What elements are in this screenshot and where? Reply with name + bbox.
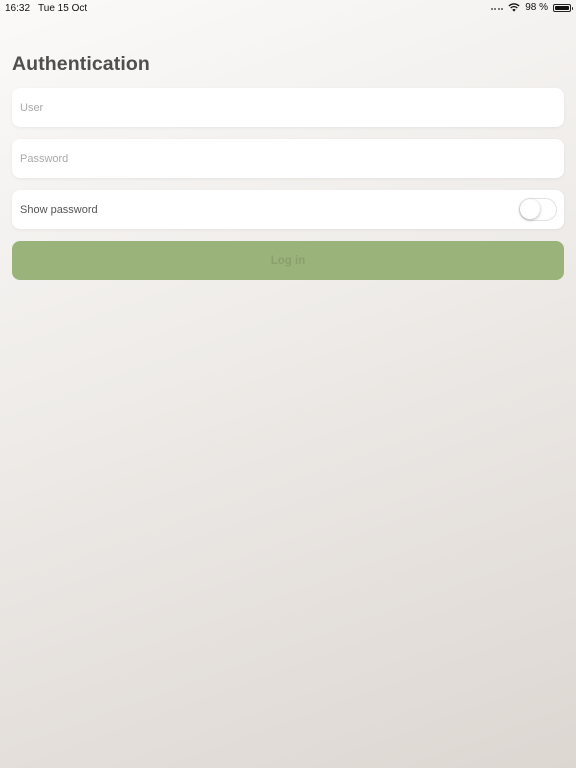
password-input[interactable]	[12, 139, 564, 178]
show-password-label: Show password	[20, 203, 98, 216]
toggle-knob	[520, 199, 540, 219]
show-password-toggle[interactable]	[519, 198, 557, 221]
battery-icon	[553, 3, 573, 12]
status-bar: 16:32 Tue 15 Oct 98 %	[0, 0, 576, 16]
status-date: Tue 15 Oct	[38, 3, 88, 14]
status-left: 16:32 Tue 15 Oct	[5, 3, 87, 14]
show-password-row: Show password	[12, 190, 564, 229]
battery-fill	[555, 5, 569, 10]
page-title: Authentication	[12, 53, 150, 75]
user-field-card	[12, 88, 564, 127]
signal-dots-icon	[490, 8, 504, 10]
user-input[interactable]	[12, 88, 564, 127]
wifi-icon	[508, 3, 520, 12]
login-button[interactable]: Log in	[12, 241, 564, 280]
battery-percent: 98 %	[525, 2, 548, 13]
status-time: 16:32	[5, 3, 31, 14]
password-field-card	[12, 139, 564, 178]
status-right: 98 %	[490, 2, 573, 13]
